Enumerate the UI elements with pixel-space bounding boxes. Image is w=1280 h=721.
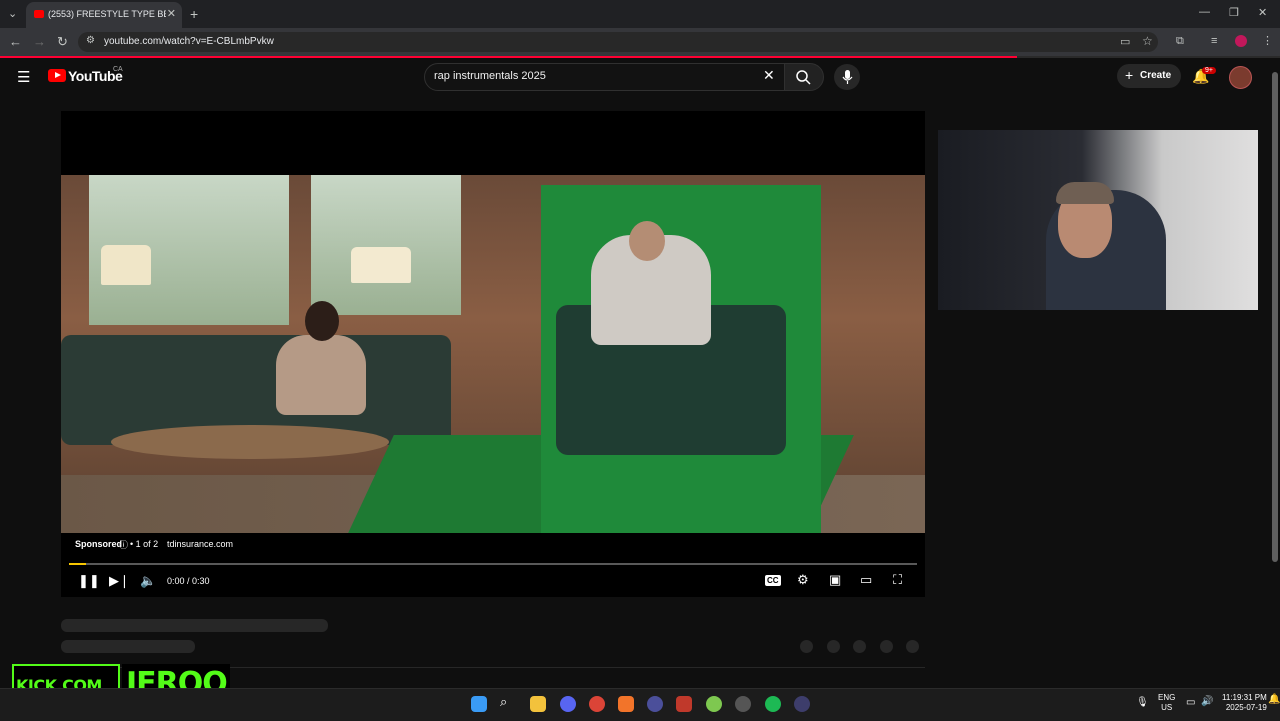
tab-title: (2553) FREESTYLE TYPE BEAT [48, 9, 166, 19]
action-skeleton [800, 640, 813, 653]
maximize-icon[interactable]: ❐ [1229, 6, 1239, 19]
page-load-progress [0, 56, 1017, 58]
media-controls-icon[interactable]: ≡ [1211, 35, 1217, 47]
extensions-icon[interactable]: ⧉ [1176, 35, 1184, 48]
app-icon[interactable] [706, 696, 722, 712]
scrollbar-thumb[interactable] [1272, 72, 1278, 562]
account-avatar[interactable] [1229, 66, 1252, 89]
forward-icon[interactable]: → [33, 34, 46, 49]
channel-skeleton [61, 640, 195, 653]
streamer-hair [1056, 182, 1114, 204]
next-icon[interactable]: ▶❘ [109, 573, 130, 589]
region-code: US [1161, 703, 1173, 712]
spotify-icon[interactable] [765, 696, 781, 712]
woman-head [305, 301, 339, 341]
speaker-icon[interactable]: 🔊 [1201, 696, 1213, 707]
streamer-webcam [938, 130, 1258, 310]
miniplayer-icon[interactable]: ▣ [829, 572, 841, 588]
chrome-menu-icon[interactable]: ⋮ [1262, 34, 1273, 47]
captions-icon[interactable]: CC [765, 575, 781, 586]
bookmark-star-icon[interactable]: ☆ [1142, 34, 1153, 48]
pause-icon[interactable]: ❚❚ [78, 573, 100, 589]
minimize-icon[interactable]: — [1199, 6, 1210, 18]
app-icon[interactable] [676, 696, 692, 712]
ad-domain-link[interactable]: tdinsurance.com [167, 539, 233, 549]
app-icon[interactable] [647, 696, 663, 712]
country-code: CA [113, 66, 123, 73]
time-display: 0:00 / 0:30 [167, 576, 210, 586]
fullscreen-icon[interactable]: ⛶ [893, 572, 902, 588]
network-icon[interactable]: ▭ [1186, 697, 1195, 708]
lamp-center [351, 247, 411, 283]
video-progress-track[interactable] [69, 563, 917, 565]
window-center [311, 175, 461, 315]
clear-search-icon[interactable]: ✕ [763, 67, 775, 84]
plus-icon: + [1125, 67, 1134, 83]
video-progress-fill [69, 563, 86, 565]
app-icon[interactable] [618, 696, 634, 712]
sponsored-label: Sponsored [75, 539, 123, 549]
reload-icon[interactable]: ↻ [57, 34, 68, 50]
site-info-icon[interactable]: ⚙ [86, 35, 95, 46]
language-code: ENG [1158, 693, 1176, 702]
cast-icon[interactable]: ▭ [1120, 35, 1130, 48]
create-label: Create [1140, 70, 1172, 81]
chrome-icon[interactable] [589, 696, 605, 712]
volume-icon[interactable]: 🔈 [140, 573, 156, 589]
browser-tab[interactable]: (2553) FREESTYLE TYPE BEAT ✕ [26, 2, 182, 28]
create-button[interactable]: + Create [1117, 64, 1181, 88]
settings-gear-icon[interactable]: ⚙ [797, 572, 809, 588]
action-skeleton [880, 640, 893, 653]
clock[interactable]: 11:19:31 PM 2025-07-19 [1222, 693, 1267, 713]
theater-mode-icon[interactable]: ▭ [860, 572, 872, 588]
url-text[interactable]: youtube.com/watch?v=E-CBLmbPvkw [104, 36, 274, 47]
windows-taskbar [0, 688, 1280, 721]
ad-video-frame [61, 175, 925, 533]
app-icon[interactable] [794, 696, 810, 712]
taskbar-search-icon[interactable]: ⌕ [500, 694, 507, 710]
lamp-left [101, 245, 151, 285]
discord-icon[interactable] [560, 696, 576, 712]
microphone-tray-icon[interactable]: 🎙 [1136, 697, 1149, 708]
coffee-table [111, 425, 389, 459]
app-icon[interactable] [735, 696, 751, 712]
close-tab-icon[interactable]: ✕ [167, 7, 176, 20]
profile-avatar[interactable] [1235, 35, 1247, 47]
action-skeleton [906, 640, 919, 653]
notification-center-icon[interactable]: 🔔 [1268, 694, 1280, 705]
page-load-progress-track [1017, 56, 1280, 58]
youtube-logo-icon[interactable] [48, 69, 66, 82]
clock-time: 11:19:31 PM [1222, 693, 1267, 702]
tab-search-icon[interactable]: ⌄ [8, 7, 17, 20]
windows-start-icon[interactable] [471, 696, 487, 712]
new-tab-icon[interactable]: + [190, 6, 198, 22]
ad-info-icon[interactable]: ⓘ [119, 538, 128, 551]
search-button[interactable] [784, 63, 824, 91]
voice-search-button[interactable] [834, 64, 860, 90]
close-window-icon[interactable]: ✕ [1258, 6, 1267, 19]
notification-badge: 9+ [1202, 67, 1216, 74]
title-skeleton [61, 619, 328, 632]
action-skeleton [853, 640, 866, 653]
action-skeleton [827, 640, 840, 653]
search-query[interactable]: rap instrumentals 2025 [434, 70, 546, 82]
man-head [629, 221, 665, 261]
ad-count: • 1 of 2 [130, 539, 159, 549]
back-icon[interactable]: ← [9, 34, 22, 49]
video-player[interactable] [61, 111, 925, 597]
youtube-favicon-icon [34, 10, 44, 18]
search-icon [796, 70, 811, 85]
microphone-icon [842, 70, 853, 84]
hamburger-menu-icon[interactable]: ☰ [17, 68, 30, 86]
woman-figure [276, 335, 366, 415]
clock-date: 2025-07-19 [1225, 703, 1267, 712]
language-indicator[interactable]: ENG US [1158, 693, 1175, 713]
file-explorer-icon[interactable] [530, 696, 546, 712]
